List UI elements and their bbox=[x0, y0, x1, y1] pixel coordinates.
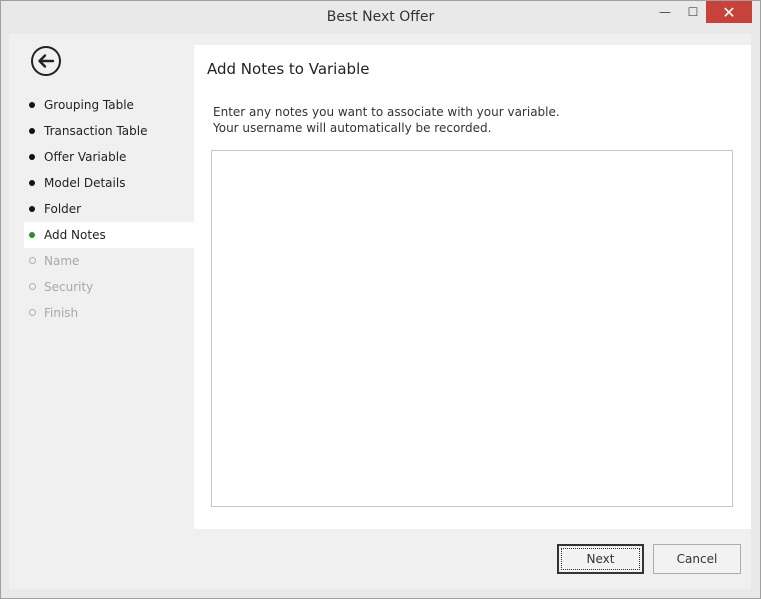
step-label: Model Details bbox=[44, 176, 126, 190]
step-pending-circle-icon bbox=[29, 257, 36, 264]
step-transaction-table[interactable]: Transaction Table bbox=[24, 118, 194, 144]
step-complete-bullet-icon bbox=[29, 154, 35, 160]
step-complete-bullet-icon bbox=[29, 102, 35, 108]
notes-textarea[interactable] bbox=[211, 150, 733, 507]
step-pending-circle-icon bbox=[29, 309, 36, 316]
step-label: Name bbox=[44, 254, 80, 268]
step-offer-variable[interactable]: Offer Variable bbox=[24, 144, 194, 170]
step-finish: Finish bbox=[24, 300, 194, 326]
step-security: Security bbox=[24, 274, 194, 300]
step-label: Finish bbox=[44, 306, 79, 320]
step-label: Add Notes bbox=[44, 228, 106, 242]
step-name: Name bbox=[24, 248, 194, 274]
step-current-bullet-icon bbox=[29, 232, 35, 238]
step-complete-bullet-icon bbox=[29, 128, 35, 134]
step-grouping-table[interactable]: Grouping Table bbox=[24, 92, 194, 118]
wizard-window: Best Next Offer — ☐ ✕ Grouping Table Tra… bbox=[0, 0, 761, 599]
step-label: Security bbox=[44, 280, 94, 294]
title-bar[interactable]: Best Next Offer — ☐ ✕ bbox=[1, 1, 760, 34]
step-add-notes[interactable]: Add Notes bbox=[24, 222, 194, 248]
content-frame: Grouping Table Transaction Table Offer V… bbox=[9, 34, 751, 589]
page-title: Add Notes to Variable bbox=[207, 60, 370, 78]
maximize-button[interactable]: ☐ bbox=[679, 1, 707, 23]
step-folder[interactable]: Folder bbox=[24, 196, 194, 222]
instruction-line: Your username will automatically be reco… bbox=[213, 121, 492, 135]
step-label: Offer Variable bbox=[44, 150, 127, 164]
step-pending-circle-icon bbox=[29, 283, 36, 290]
close-button[interactable]: ✕ bbox=[706, 1, 752, 23]
next-button[interactable]: Next bbox=[557, 544, 644, 574]
step-model-details[interactable]: Model Details bbox=[24, 170, 194, 196]
cancel-button[interactable]: Cancel bbox=[653, 544, 741, 574]
minimize-button[interactable]: — bbox=[651, 1, 679, 23]
step-label: Folder bbox=[44, 202, 82, 216]
step-complete-bullet-icon bbox=[29, 180, 35, 186]
step-complete-bullet-icon bbox=[29, 206, 35, 212]
step-label: Transaction Table bbox=[44, 124, 148, 138]
instructions-text: Enter any notes you want to associate wi… bbox=[213, 104, 560, 136]
main-panel: Add Notes to Variable Enter any notes yo… bbox=[194, 45, 751, 529]
back-arrow-icon[interactable] bbox=[31, 46, 61, 76]
step-label: Grouping Table bbox=[44, 98, 134, 112]
instruction-line: Enter any notes you want to associate wi… bbox=[213, 105, 560, 119]
window-title: Best Next Offer bbox=[326, 9, 435, 25]
wizard-steps: Grouping Table Transaction Table Offer V… bbox=[24, 92, 194, 326]
